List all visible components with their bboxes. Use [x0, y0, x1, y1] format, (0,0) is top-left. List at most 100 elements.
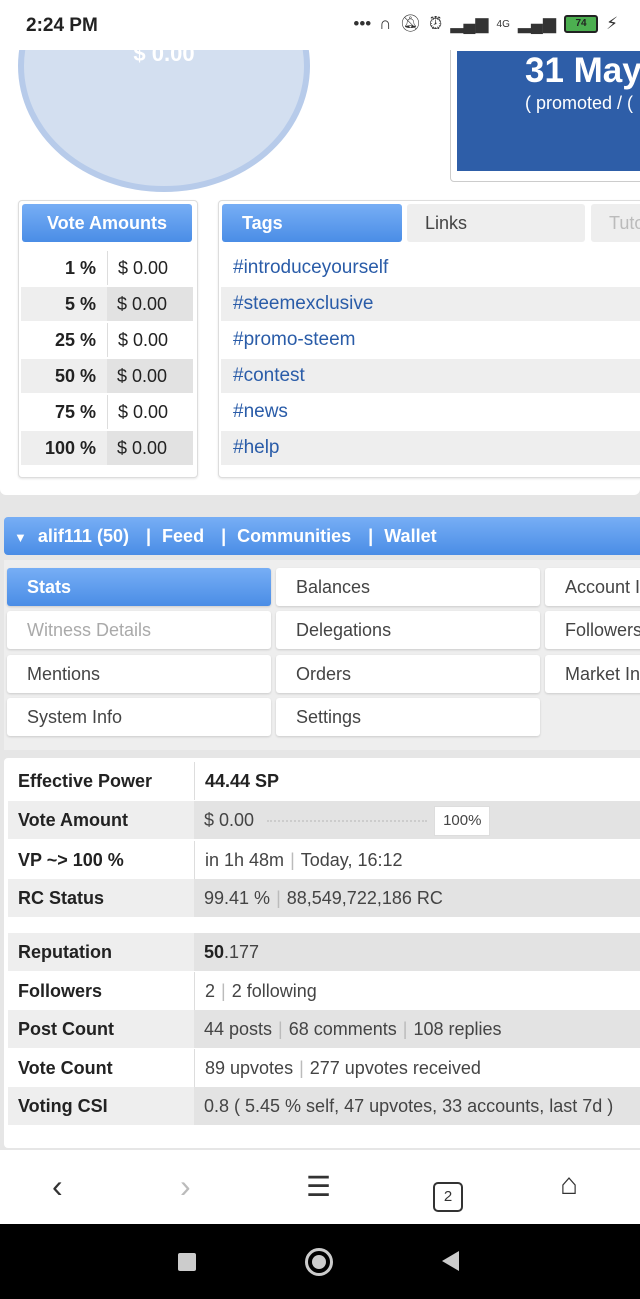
- following-count[interactable]: 2 following: [232, 981, 317, 1001]
- status-time: 2:24 PM: [26, 15, 98, 36]
- stat-row-post-count: Post Count 44 posts | 68 comments | 108 repl…: [8, 1010, 640, 1048]
- separator: |: [402, 1019, 408, 1039]
- stat-row-reputation: Reputation 50.177: [8, 933, 640, 971]
- vote-amount: $ 0.00: [107, 359, 193, 393]
- tab-settings[interactable]: Settings: [276, 698, 540, 736]
- stat-value: 2 | 2 following: [194, 972, 640, 1010]
- tags-panel: Tags Links Tuto #introduceyourself #stee…: [218, 200, 640, 478]
- stat-label: Post Count: [18, 1019, 114, 1039]
- tab-followers[interactable]: Followers: [545, 611, 640, 649]
- battery-icon: 74: [564, 15, 599, 33]
- tab-system-info[interactable]: System Info: [7, 698, 271, 736]
- tabs-icon[interactable]: 2: [433, 1172, 463, 1212]
- back-triangle-icon[interactable]: [442, 1251, 459, 1271]
- tag-link[interactable]: #promo-steem: [221, 323, 640, 357]
- stat-value: 44 posts | 68 comments | 108 replies: [194, 1010, 640, 1048]
- stat-value: 44.44 SP: [194, 762, 640, 800]
- stats-panel: Effective Power 44.44 SP Vote Amount $ 0…: [4, 758, 640, 1148]
- promoted-label: ( promoted / (: [525, 93, 634, 113]
- network-label: 4G: [496, 18, 510, 30]
- stat-label: Followers: [18, 981, 103, 1001]
- tag-link[interactable]: #contest: [221, 359, 640, 393]
- vote-pct: 75 %: [54, 402, 96, 422]
- promoted-inner: 31 May ( promoted / (: [457, 51, 640, 171]
- stat-row-vote-amount: Vote Amount $ 0.00 100%: [8, 801, 640, 839]
- rc-amount: 88,549,722,186 RC: [286, 888, 443, 908]
- account-tabs: Stats Balances Account I Witness Details…: [4, 560, 640, 750]
- vote-amount-value: $ 0.00: [204, 810, 255, 830]
- tab-witness-details[interactable]: Witness Details: [7, 611, 271, 649]
- tab-mentions[interactable]: Mentions: [7, 655, 271, 693]
- stat-row-vote-count: Vote Count 89 upvotes | 277 upvotes receiv…: [8, 1049, 640, 1087]
- tag-link[interactable]: #news: [221, 395, 640, 429]
- vote-row: 75 % $ 0.00: [21, 395, 193, 429]
- stat-label: Vote Count: [18, 1058, 113, 1078]
- tag-link[interactable]: #help: [221, 431, 640, 465]
- communities-link[interactable]: Communities: [237, 526, 351, 546]
- bell-off-icon: 🔕︎: [399, 14, 422, 33]
- tab-account-info[interactable]: Account I: [545, 568, 640, 606]
- reputation-integer: 50: [204, 942, 225, 962]
- vote-pct: 25 %: [54, 330, 96, 350]
- vp-time: in 1h 48m: [205, 850, 285, 870]
- username-link[interactable]: alif111 (50): [38, 526, 129, 546]
- stat-label: Reputation: [18, 942, 112, 962]
- vote-pct: 50 %: [54, 366, 96, 386]
- tab-market-info[interactable]: Market In: [545, 655, 640, 693]
- tab-balances[interactable]: Balances: [276, 568, 540, 606]
- browser-viewport: $ 0.00 31 May ( promoted / ( Vote Amount…: [0, 50, 640, 1224]
- vote-amount: $ 0.00: [107, 251, 193, 285]
- tag-link[interactable]: #introduceyourself: [221, 251, 640, 285]
- stat-value: in 1h 48m | Today, 16:12: [194, 841, 640, 879]
- vote-pct: 1 %: [64, 258, 96, 278]
- followers-count[interactable]: 2: [205, 981, 215, 1001]
- vote-slider[interactable]: [267, 820, 428, 823]
- recents-icon[interactable]: [178, 1253, 196, 1271]
- stat-row-rc: RC Status 99.41 % | 88,549,722,186 RC: [8, 879, 640, 917]
- menu-icon[interactable]: ☰: [306, 1170, 331, 1203]
- headphones-icon: ∩: [379, 14, 392, 33]
- stat-value: 99.41 % | 88,549,722,186 RC: [194, 879, 640, 917]
- wallet-link[interactable]: Wallet: [384, 526, 436, 546]
- vote-percent-box[interactable]: 100%: [434, 806, 491, 837]
- tab-tags[interactable]: Tags: [222, 204, 402, 242]
- stat-value: 50.177: [194, 933, 640, 971]
- system-nav-bar: [0, 1224, 640, 1299]
- vote-amount: $ 0.00: [107, 323, 193, 357]
- stat-value: 89 upvotes | 277 upvotes received: [194, 1049, 640, 1087]
- vote-amount: $ 0.00: [107, 287, 193, 321]
- vote-amount: $ 0.00: [107, 395, 193, 429]
- separator: |: [278, 1019, 283, 1039]
- promoted-date: 31 May: [525, 51, 640, 90]
- nav-separator: |: [145, 526, 152, 546]
- feed-link[interactable]: Feed: [162, 526, 204, 546]
- tag-link[interactable]: #steemexclusive: [221, 287, 640, 321]
- separator: |: [290, 850, 295, 870]
- reputation-decimal: .177: [224, 942, 260, 962]
- separator: |: [221, 981, 226, 1001]
- vote-amounts-header: Vote Amounts: [22, 204, 192, 242]
- home-circle-icon[interactable]: [305, 1248, 333, 1276]
- forward-icon[interactable]: ›: [180, 1168, 191, 1205]
- status-bar: 2:24 PM ••• ∩ 🔕︎ ⏰︎ ▂▄▆ 4G ▂▄▆ 74 ⚡︎: [0, 0, 640, 50]
- user-nav-bar: ▼ alif111 (50) | Feed | Communities | Wa…: [4, 517, 640, 555]
- tab-tuto[interactable]: Tuto: [591, 204, 640, 242]
- promoted-box: 31 May ( promoted / (: [450, 50, 640, 182]
- vp-when: Today, 16:12: [300, 850, 403, 870]
- vote-row: 5 % $ 0.00: [21, 287, 193, 321]
- tab-stats[interactable]: Stats: [7, 568, 271, 606]
- tab-orders[interactable]: Orders: [276, 655, 540, 693]
- stat-value: 0.8 ( 5.45 % self, 47 upvotes, 33 accoun…: [194, 1087, 640, 1125]
- replies-count: 108 replies: [413, 1019, 502, 1039]
- nav-separator: |: [221, 526, 227, 546]
- tab-delegations[interactable]: Delegations: [276, 611, 540, 649]
- stat-label: RC Status: [18, 888, 105, 908]
- stat-row-followers: Followers 2 | 2 following: [8, 972, 640, 1010]
- home-icon[interactable]: ⌂: [560, 1168, 578, 1202]
- back-icon[interactable]: ‹: [52, 1168, 63, 1205]
- tab-links[interactable]: Links: [407, 204, 585, 242]
- tab-count: 2: [433, 1182, 463, 1212]
- status-icons: ••• ∩ 🔕︎ ⏰︎ ▂▄▆ 4G ▂▄▆ 74 ⚡︎: [353, 14, 618, 34]
- separator: |: [299, 1058, 304, 1078]
- caret-down-icon[interactable]: ▼: [14, 530, 27, 545]
